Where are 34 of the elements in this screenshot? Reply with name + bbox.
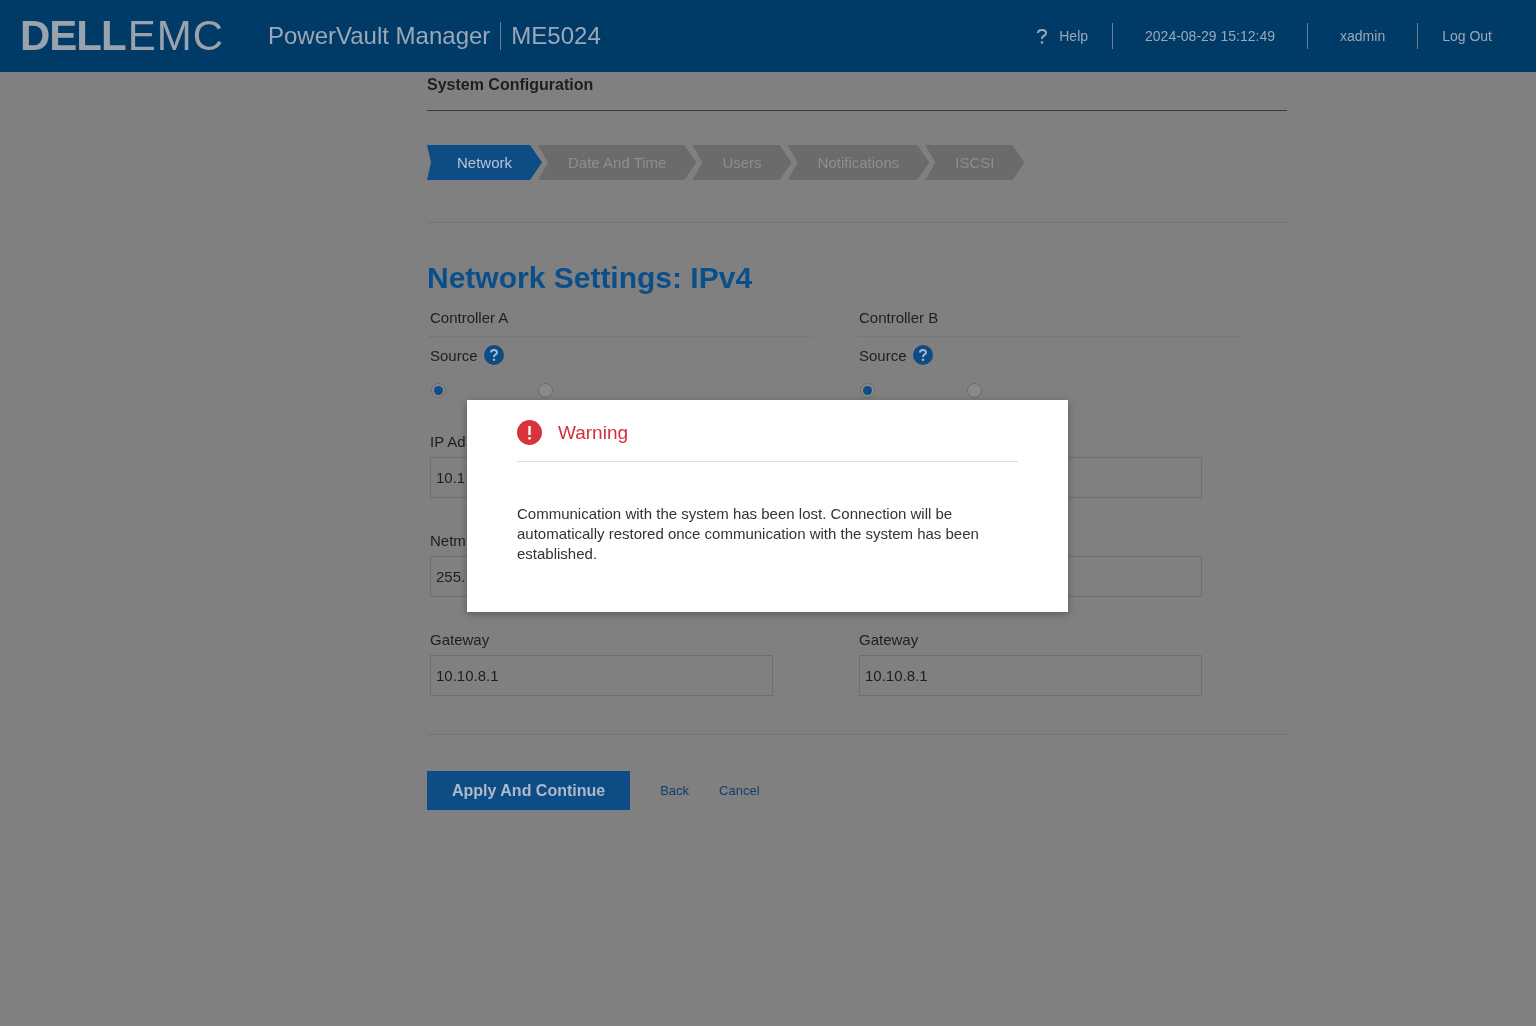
field-label: Gateway	[859, 631, 919, 649]
model-name: ME5024	[511, 22, 601, 50]
nav-link[interactable]: Back	[660, 783, 690, 798]
help-icon[interactable]	[483, 345, 504, 365]
radio-button[interactable]	[967, 383, 982, 398]
logout-link[interactable]: Log Out	[1417, 23, 1516, 49]
help-link[interactable]: Help	[1013, 23, 1113, 49]
wizard-step[interactable]: Network	[427, 145, 542, 180]
product-name: PowerVault Manager	[268, 22, 502, 50]
input-field[interactable]: 10.10.8.1	[859, 655, 1202, 696]
dialog-message: Communication with the system has been lost. Connection will be automatically restored once communication with the system has been established.	[517, 504, 980, 564]
section-heading: Network Settings: IPv4	[427, 261, 754, 295]
apply-button[interactable]: Apply And Continue	[427, 771, 631, 810]
field-label: IP Ad	[430, 433, 466, 451]
logo-text: DELL	[20, 12, 126, 60]
logo-text: EMC	[127, 12, 224, 60]
field-label: Source	[859, 346, 907, 364]
user-name: xadmin	[1307, 23, 1418, 49]
radio-button[interactable]	[538, 383, 553, 398]
controller-title: Controller B	[859, 305, 1241, 337]
dialog-title: Warning	[558, 421, 629, 444]
help-icon[interactable]	[912, 345, 933, 365]
nav-link[interactable]: Cancel	[719, 783, 760, 798]
warning-icon	[517, 420, 542, 445]
radio-button[interactable]	[860, 383, 875, 398]
input-field[interactable]: 10.10.8.1	[430, 655, 773, 696]
page-title: System Configuration	[427, 72, 1287, 111]
field-label: Source	[430, 346, 478, 364]
question-icon	[1037, 28, 1048, 44]
date-time: 2024-08-29 15:12:49	[1112, 23, 1308, 49]
controller-title: Controller A	[430, 305, 812, 337]
radio-button[interactable]	[431, 383, 446, 398]
field-label: Netm	[430, 532, 466, 550]
field-label: Gateway	[430, 631, 490, 649]
